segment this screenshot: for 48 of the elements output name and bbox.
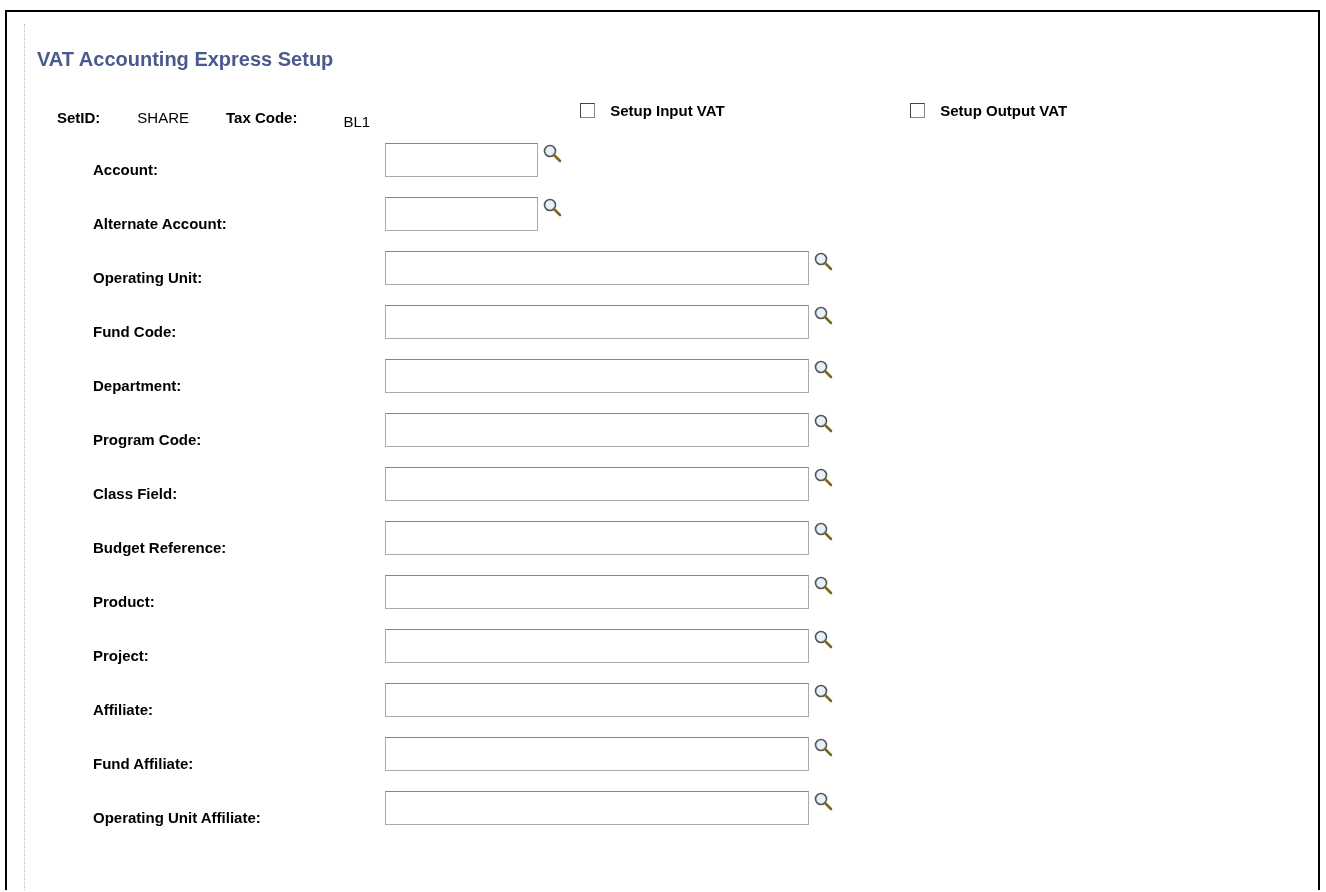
input-field[interactable]	[385, 413, 809, 447]
search-icon[interactable]	[813, 521, 833, 541]
field-label: Account:	[93, 160, 159, 178]
input-field[interactable]	[385, 467, 809, 501]
search-icon[interactable]	[542, 197, 562, 217]
input-field[interactable]	[385, 737, 809, 771]
field-label: Affiliate:	[93, 700, 154, 718]
checkbox-label: Setup Input VAT	[610, 101, 725, 119]
field-label: Department:	[93, 376, 183, 394]
search-icon[interactable]	[813, 683, 833, 703]
checkbox[interactable]	[910, 102, 926, 118]
input-field[interactable]	[385, 683, 809, 717]
search-icon[interactable]	[813, 791, 833, 811]
search-icon[interactable]	[813, 467, 833, 487]
input-field[interactable]	[385, 629, 809, 663]
input-field[interactable]	[385, 143, 538, 177]
field-label: Class Field:	[93, 484, 179, 502]
search-icon[interactable]	[813, 359, 833, 379]
checkbox[interactable]	[580, 102, 596, 118]
field-label: Product:	[93, 592, 156, 610]
search-icon[interactable]	[813, 413, 833, 433]
checkbox-label: Setup Output VAT	[940, 101, 1068, 119]
field-label: Budget Reference:	[93, 538, 228, 556]
search-icon[interactable]	[813, 305, 833, 325]
tax-code-value: BL1	[343, 112, 371, 130]
field-label: Project:	[93, 646, 150, 664]
tax-code-label: Tax Code:	[226, 108, 298, 126]
input-field[interactable]	[385, 359, 809, 393]
field-label: Operating Unit:	[93, 268, 204, 286]
field-label: Program Code:	[93, 430, 203, 448]
search-icon[interactable]	[813, 575, 833, 595]
input-field[interactable]	[385, 791, 809, 825]
field-label: Operating Unit Affiliate:	[93, 808, 262, 826]
search-icon[interactable]	[813, 251, 833, 271]
input-field[interactable]	[385, 305, 809, 339]
page-title: VAT Accounting Express Setup	[37, 47, 335, 71]
input-field[interactable]	[385, 251, 809, 285]
field-label: Fund Affiliate:	[93, 754, 195, 772]
field-label: Alternate Account:	[93, 214, 228, 232]
setid-value: SHARE	[137, 108, 190, 126]
setid-label: SetID:	[57, 108, 101, 126]
search-icon[interactable]	[813, 737, 833, 757]
search-icon[interactable]	[813, 629, 833, 649]
input-field[interactable]	[385, 197, 538, 231]
input-field[interactable]	[385, 521, 809, 555]
input-field[interactable]	[385, 575, 809, 609]
search-icon[interactable]	[542, 143, 562, 163]
field-label: Fund Code:	[93, 322, 178, 340]
